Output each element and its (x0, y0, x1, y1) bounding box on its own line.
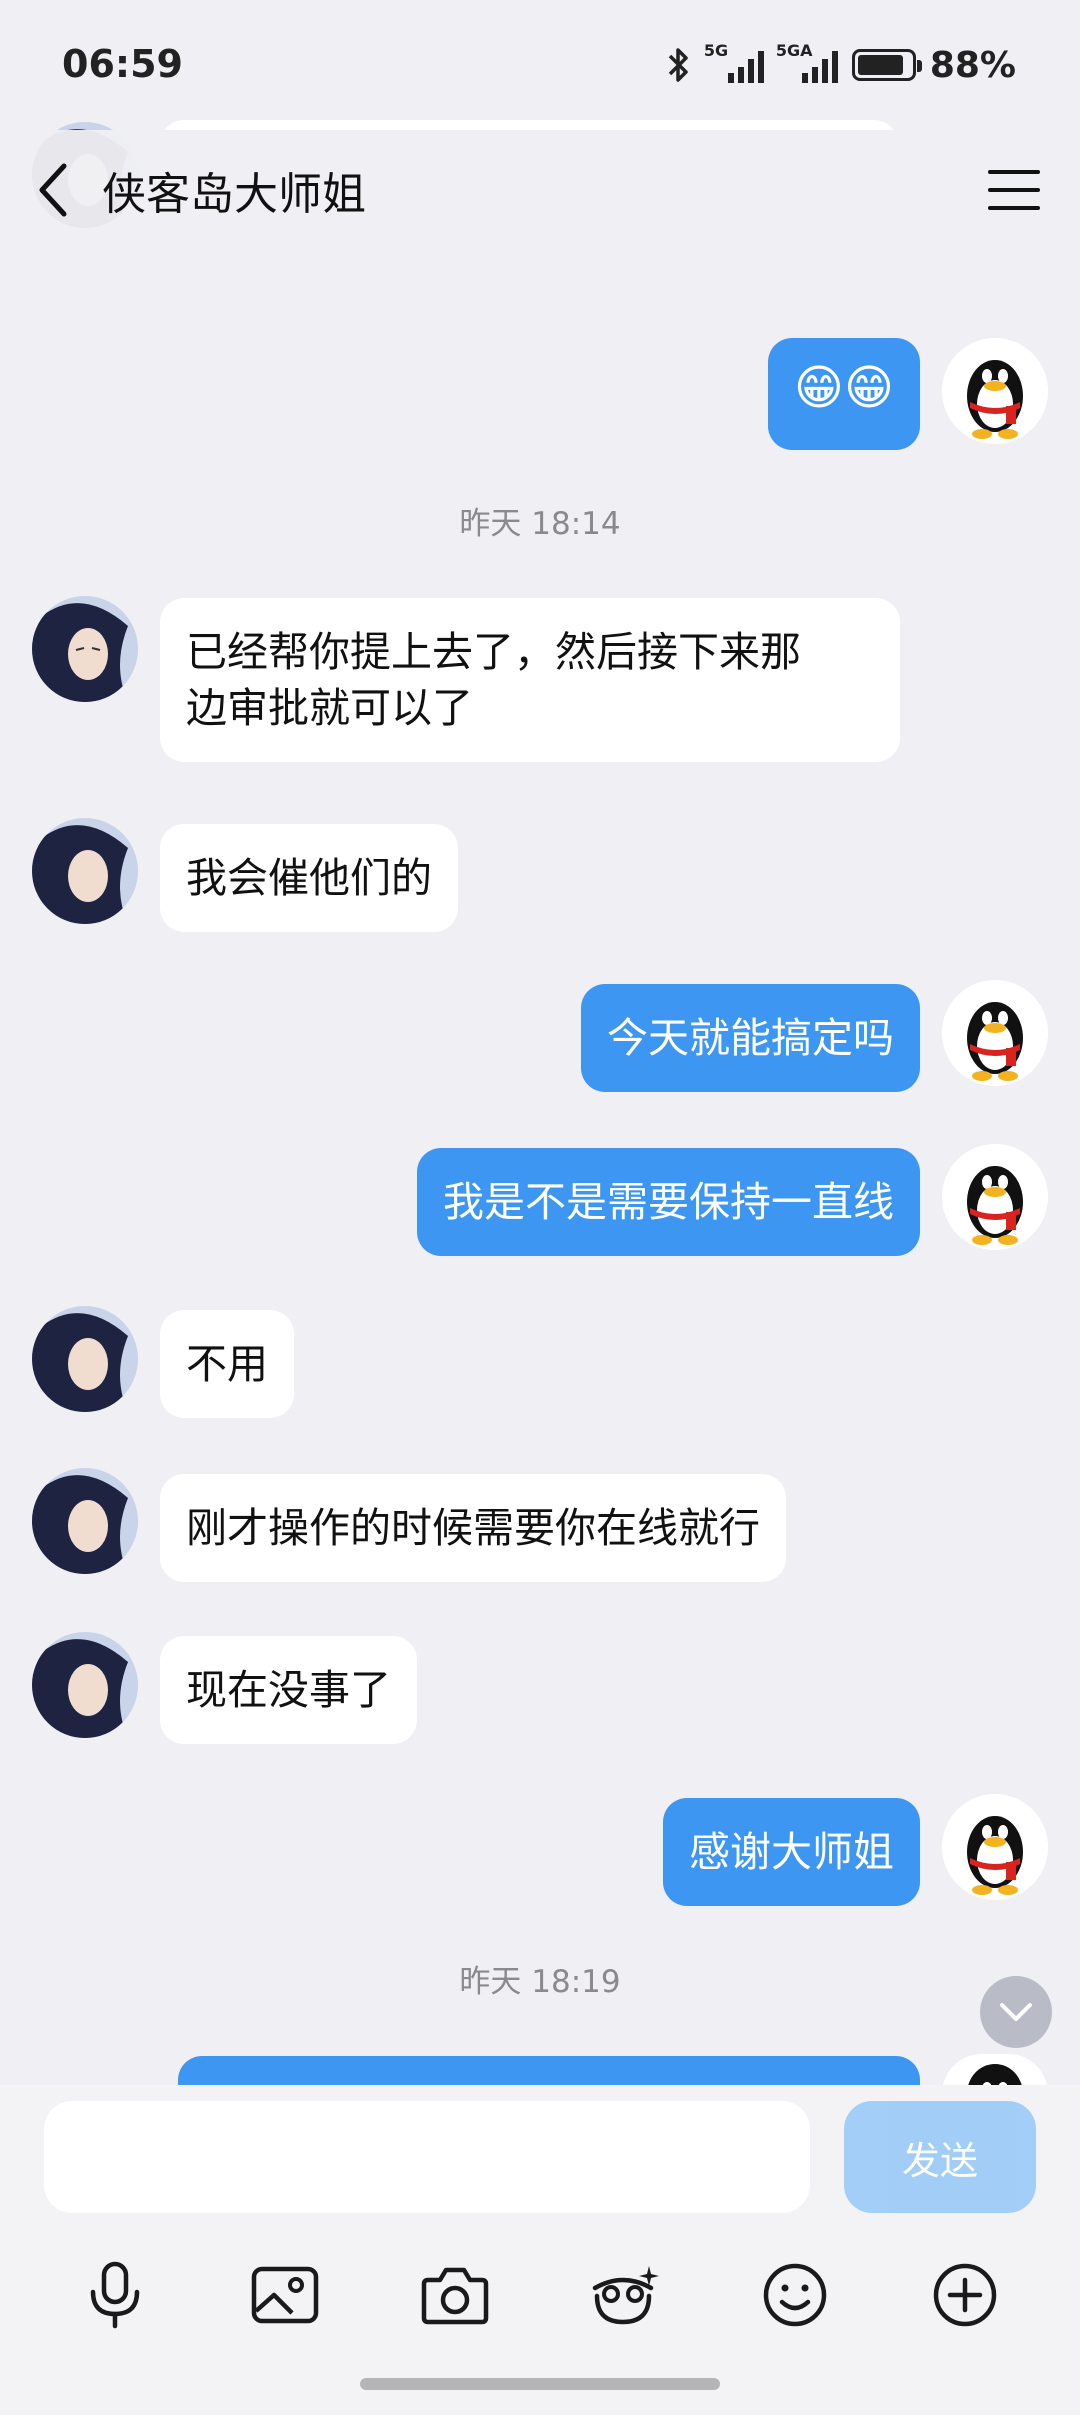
user-avatar[interactable] (942, 338, 1048, 444)
message-input[interactable] (44, 2101, 810, 2213)
chat-header: 侠客岛大师姐 (0, 130, 1080, 250)
camera-icon[interactable] (415, 2255, 495, 2335)
status-time: 06:59 (62, 42, 183, 86)
home-indicator[interactable] (360, 2378, 720, 2390)
back-arrow-icon[interactable] (36, 160, 76, 220)
message-timestamp: 昨天 18:14 (459, 506, 621, 542)
microphone-icon[interactable] (75, 2255, 155, 2335)
message-bubble-outgoing[interactable]: 😁😁 (767, 338, 920, 450)
message-bubble-incoming[interactable]: 现在没事了 (160, 1636, 417, 1744)
sticker-icon[interactable] (585, 2255, 665, 2335)
message-bubble-outgoing[interactable]: 今天就能搞定吗 (581, 984, 920, 1092)
contact-avatar[interactable] (32, 1306, 138, 1412)
signal-5g-icon: 5G (704, 41, 764, 83)
message-bubble-incoming[interactable]: 已经帮你提上去了，然后接下来那 边审批就可以了 (160, 598, 900, 762)
status-bar: 06:59 5G 5GA 88% (0, 0, 1080, 130)
message-bubble-incoming[interactable]: 我会催他们的 (160, 824, 458, 932)
image-icon[interactable] (245, 2255, 325, 2335)
status-icons: 5G 5GA 88% (666, 41, 1016, 86)
contact-avatar[interactable] (32, 818, 138, 924)
message-bubble-outgoing[interactable]: 我是不是需要保持一直线 (417, 1148, 920, 1256)
scroll-to-bottom-button[interactable] (980, 1976, 1052, 2048)
message-timestamp: 昨天 18:19 (459, 1964, 621, 2000)
message-bubble-incoming[interactable]: 刚才操作的时候需要你在线就行 (160, 1474, 786, 1582)
plus-icon[interactable] (925, 2255, 1005, 2335)
message-bubble-incoming[interactable]: 不用 (160, 1310, 294, 1418)
contact-avatar[interactable] (32, 1632, 138, 1738)
battery-icon (851, 49, 922, 81)
input-toolbar (0, 2235, 1080, 2355)
signal-5ga-icon: 5GA (776, 41, 838, 83)
menu-icon[interactable] (988, 170, 1040, 210)
emoji-icon[interactable] (755, 2255, 835, 2335)
chevron-down-icon (1000, 2003, 1032, 2021)
user-avatar[interactable] (942, 980, 1048, 1086)
input-area: 发送 (0, 2085, 1080, 2415)
message-bubble-outgoing[interactable]: 感谢大师姐 (663, 1798, 920, 1906)
contact-avatar[interactable] (32, 596, 138, 702)
contact-avatar[interactable] (32, 1468, 138, 1574)
user-avatar[interactable] (942, 1144, 1048, 1250)
user-avatar[interactable] (942, 1794, 1048, 1900)
battery-percent: 88% (929, 44, 1016, 86)
send-button[interactable]: 发送 (844, 2101, 1036, 2213)
chat-title: 侠客岛大师姐 (102, 169, 366, 220)
bluetooth-icon (668, 48, 688, 82)
